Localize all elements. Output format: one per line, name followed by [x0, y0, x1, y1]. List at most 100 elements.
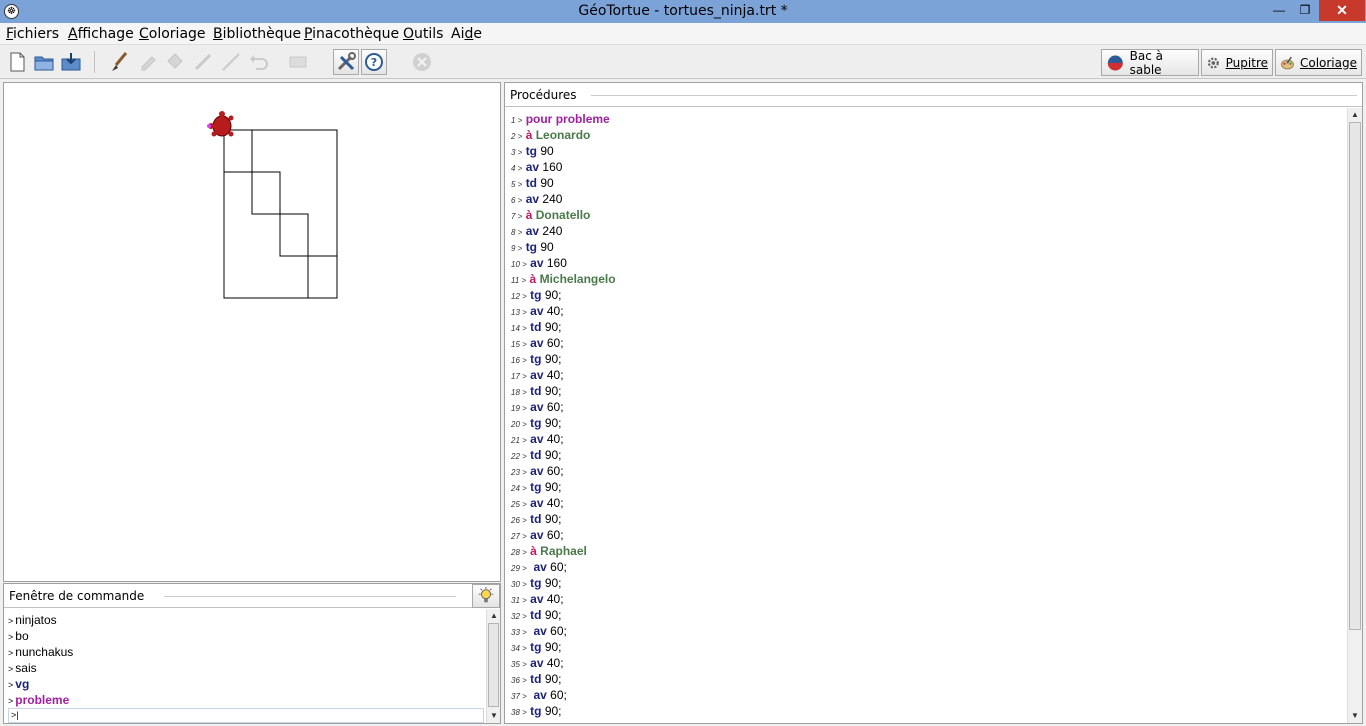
- scroll-down-arrow-icon[interactable]: ▼: [487, 709, 501, 722]
- procedure-line[interactable]: 15 > av 60;: [511, 335, 1341, 351]
- menu-aide[interactable]: Aide: [451, 26, 482, 42]
- procedure-line[interactable]: 18 > td 90;: [511, 383, 1341, 399]
- history-item[interactable]: > probleme: [8, 692, 478, 708]
- scroll-down-arrow-icon[interactable]: ▼: [1348, 709, 1362, 722]
- close-button[interactable]: ✕: [1319, 0, 1365, 21]
- keyword: av: [530, 304, 544, 318]
- keyword: av: [530, 400, 544, 414]
- history-item[interactable]: > nunchakus: [8, 644, 478, 660]
- pipette-button[interactable]: [190, 49, 216, 75]
- procedure-line[interactable]: 28 > à Raphael: [511, 543, 1341, 559]
- procedures-editor[interactable]: 1 > pour probleme 2 > à Leonardo 3 > tg 90…: [511, 111, 1341, 719]
- procedure-line[interactable]: 10 > av 160: [511, 255, 1341, 271]
- scroll-up-arrow-icon[interactable]: ▲: [1348, 108, 1362, 121]
- menu-coloriage[interactable]: Coloriage: [139, 26, 206, 42]
- scroll-thumb[interactable]: [1349, 122, 1361, 630]
- help-button[interactable]: ?: [361, 49, 387, 75]
- procedure-line[interactable]: 30 > tg 90;: [511, 575, 1341, 591]
- procedure-line[interactable]: 17 > av 40;: [511, 367, 1341, 383]
- procedure-line[interactable]: 12 > tg 90;: [511, 287, 1341, 303]
- brush-button[interactable]: [106, 49, 132, 75]
- argument-value: 60;: [546, 464, 564, 478]
- procedure-line[interactable]: 27 > av 60;: [511, 527, 1341, 543]
- history-item[interactable]: > vg: [8, 676, 478, 692]
- scroll-up-arrow-icon[interactable]: ▲: [487, 609, 501, 622]
- procedure-line[interactable]: 26 > td 90;: [511, 511, 1341, 527]
- procedure-line[interactable]: 21 > av 40;: [511, 431, 1341, 447]
- procedure-line[interactable]: 11 > à Michelangelo: [511, 271, 1341, 287]
- history-item[interactable]: > sais: [8, 660, 478, 676]
- fill-button[interactable]: [162, 49, 188, 75]
- procedure-line[interactable]: 23 > av 60;: [511, 463, 1341, 479]
- menu-affichage[interactable]: Affichage: [68, 26, 134, 42]
- sandbox-mode-button[interactable]: Bac à sable: [1101, 49, 1199, 77]
- procedure-line[interactable]: 13 > av 40;: [511, 303, 1341, 319]
- minimize-button[interactable]: —: [1266, 0, 1292, 21]
- procedure-line[interactable]: 2 > à Leonardo: [511, 127, 1341, 143]
- clear-button[interactable]: [285, 49, 311, 75]
- procedure-line[interactable]: 34 > tg 90;: [511, 639, 1341, 655]
- procedure-line[interactable]: 35 > av 40;: [511, 655, 1341, 671]
- procedure-line[interactable]: 16 > tg 90;: [511, 351, 1341, 367]
- argument-value: 90;: [544, 704, 562, 718]
- save-file-button[interactable]: [58, 49, 84, 75]
- menu-bibliotheque[interactable]: Bibliothèque: [213, 26, 301, 42]
- pupitre-mode-button[interactable]: Pupitre: [1201, 49, 1273, 76]
- procedure-line[interactable]: 7 > à Donatello: [511, 207, 1341, 223]
- procedure-line[interactable]: 5 > td 90: [511, 175, 1341, 191]
- procedure-line[interactable]: 32 > td 90;: [511, 607, 1341, 623]
- eraser-button[interactable]: [134, 49, 160, 75]
- command-window-header: Fenêtre de commande: [4, 584, 500, 608]
- procedure-line[interactable]: 9 > tg 90: [511, 239, 1341, 255]
- undo-button[interactable]: [246, 49, 272, 75]
- procedure-line[interactable]: 20 > tg 90;: [511, 415, 1341, 431]
- procedure-line[interactable]: 19 > av 60;: [511, 399, 1341, 415]
- procedures-scrollbar[interactable]: ▲ ▼: [1347, 108, 1362, 723]
- menu-pinacotheque[interactable]: Pinacothèque: [304, 26, 399, 42]
- procedure-line[interactable]: 33 > av 60;: [511, 623, 1341, 639]
- hint-button[interactable]: [472, 584, 500, 608]
- procedure-line[interactable]: 25 > av 40;: [511, 495, 1341, 511]
- coloriage-mode-button[interactable]: Coloriage: [1275, 49, 1362, 76]
- procedure-line[interactable]: 36 > td 90;: [511, 671, 1341, 687]
- new-file-button[interactable]: [4, 49, 30, 75]
- procedure-line[interactable]: 14 > td 90;: [511, 319, 1341, 335]
- procedure-line[interactable]: 4 > av 160: [511, 159, 1341, 175]
- keyword: av: [525, 160, 540, 174]
- procedure-line[interactable]: 6 > av 240: [511, 191, 1341, 207]
- menu-outils[interactable]: Outils: [403, 26, 443, 42]
- keyword: tg: [530, 576, 542, 590]
- maximize-button[interactable]: ❐: [1292, 0, 1318, 21]
- stop-button[interactable]: [409, 49, 435, 75]
- procedure-line[interactable]: 3 > tg 90: [511, 143, 1341, 159]
- line-number: 24 >: [511, 484, 527, 493]
- scroll-thumb[interactable]: [488, 623, 499, 707]
- line-button[interactable]: [218, 49, 244, 75]
- tools-button[interactable]: [333, 49, 359, 75]
- menu-fichiers[interactable]: Fichiers: [6, 26, 59, 42]
- procedure-line[interactable]: 24 > tg 90;: [511, 479, 1341, 495]
- procedure-line[interactable]: 31 > av 40;: [511, 591, 1341, 607]
- header-divider: [164, 596, 456, 597]
- line-number: 2 >: [511, 132, 523, 141]
- procedure-line[interactable]: 22 > td 90;: [511, 447, 1341, 463]
- keyword: tg: [530, 416, 542, 430]
- procedure-line[interactable]: 38 > tg 90;: [511, 703, 1341, 719]
- procedure-line[interactable]: 1 > pour probleme: [511, 111, 1341, 127]
- command-scrollbar[interactable]: ▲ ▼: [486, 609, 500, 723]
- procedure-line[interactable]: 29 > av 60;: [511, 559, 1341, 575]
- keyword: av: [530, 688, 547, 702]
- history-item[interactable]: > bo: [8, 628, 478, 644]
- open-file-button[interactable]: [31, 49, 57, 75]
- drawing-canvas[interactable]: [3, 82, 501, 582]
- keyword: à: [529, 272, 537, 286]
- new-file-icon: [10, 52, 25, 72]
- command-input[interactable]: >|: [8, 708, 484, 723]
- procedures-panel: Procédures 1 > pour probleme 2 > à Leonar…: [504, 82, 1363, 724]
- history-item[interactable]: > ninjatos: [8, 612, 478, 628]
- procedure-line[interactable]: 37 > av 60;: [511, 687, 1341, 703]
- argument-value: 90: [540, 144, 554, 158]
- argument-value: 90;: [544, 512, 562, 526]
- tools-icon: [337, 52, 356, 71]
- procedure-line[interactable]: 8 > av 240: [511, 223, 1341, 239]
